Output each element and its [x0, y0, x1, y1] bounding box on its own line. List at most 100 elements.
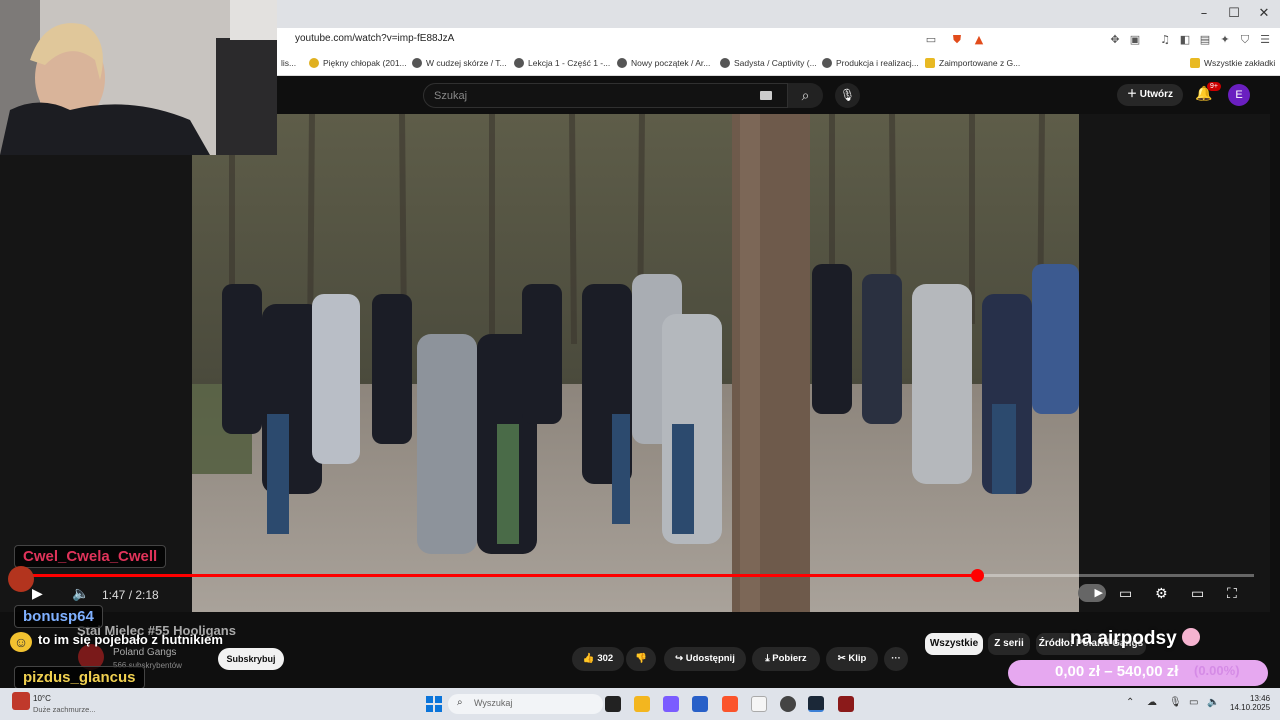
autoplay-toggle[interactable]: ▶	[1078, 584, 1106, 602]
bookmark-item[interactable]: Piękny chłopak (201...	[309, 58, 407, 68]
subtitles-icon[interactable]: ▭	[1119, 586, 1132, 602]
webcam-image	[0, 0, 277, 155]
chat-username: Cwel_Cwela_Cwell	[14, 545, 167, 568]
surprised-emoji-icon	[1181, 628, 1200, 646]
all-bookmarks-folder[interactable]: Wszystkie zakładki	[1190, 58, 1275, 68]
cast-icon[interactable]: ▭	[924, 33, 938, 47]
store-icon[interactable]	[692, 696, 708, 712]
chat-username: bonusp64	[14, 605, 103, 628]
clock-time: 13:46	[1250, 694, 1271, 703]
minimize-button[interactable]: –	[1194, 6, 1214, 22]
weather-temp[interactable]: 10°C	[33, 694, 51, 703]
sidebar-icon[interactable]: ◧	[1178, 33, 1192, 47]
speaker-icon[interactable]: 🔈	[1207, 697, 1219, 708]
search-placeholder: Szukaj	[434, 90, 468, 102]
webcam-overlay	[0, 0, 277, 155]
vpn-icon[interactable]: ⛉	[1238, 33, 1252, 47]
network-icon[interactable]: ▭	[1189, 697, 1198, 708]
notepad-icon[interactable]	[751, 696, 767, 712]
goal-amounts: 0,00 zł – 540,00 zł	[1055, 663, 1179, 680]
share-icon: ↪	[675, 653, 684, 664]
goal-percent: (0.00%)	[1194, 663, 1240, 678]
brave-rewards-icon[interactable]: ▲	[972, 33, 986, 47]
bookmark-item[interactable]: W cudzej skórze / T...	[412, 58, 507, 68]
chat-avatar	[8, 566, 34, 592]
copilot-icon[interactable]	[663, 696, 679, 712]
weather-description[interactable]: Duże zachmurze...	[33, 705, 96, 714]
play-icon[interactable]: ▶	[32, 586, 43, 602]
scissors-icon: ✂	[837, 653, 846, 664]
taskbar-search-placeholder: Wyszukaj	[474, 698, 513, 708]
bookmark-favicon-icon	[617, 58, 627, 68]
chat-message: to im się pojebało z hutnikiem	[38, 632, 223, 647]
chip-all[interactable]: Wszystkie	[925, 633, 983, 655]
obs-icon[interactable]	[780, 696, 796, 712]
windows-start-icon[interactable]	[426, 696, 442, 712]
extensions-icon[interactable]: ✥	[1108, 33, 1122, 47]
download-icon: ⤓	[765, 653, 770, 664]
tray-chevron-icon[interactable]: ⌃	[1126, 697, 1134, 708]
close-button[interactable]: ✕	[1254, 6, 1274, 22]
steam-icon[interactable]	[808, 696, 824, 712]
share-button[interactable]: ↪ Udostępnij	[664, 647, 746, 671]
folder-icon	[925, 58, 935, 68]
download-button[interactable]: ⤓ Pobierz	[752, 647, 820, 671]
bookmark-favicon-icon	[720, 58, 730, 68]
onedrive-icon[interactable]: ☁	[1147, 697, 1157, 708]
keyboard-icon[interactable]	[760, 91, 772, 100]
fullscreen-icon[interactable]: ⛶	[1227, 586, 1237, 602]
thumbs-up-icon: 👍	[582, 653, 595, 664]
search-icon: ⌕	[457, 697, 463, 708]
search-button[interactable]: ⌕	[788, 83, 823, 108]
music-icon[interactable]: ♫	[1158, 33, 1172, 47]
clip-button[interactable]: ✂ Klip	[826, 647, 878, 671]
bookmark-favicon-icon	[309, 58, 319, 68]
notifications-badge: 9+	[1207, 82, 1221, 91]
tab-search-icon[interactable]: ▣	[1128, 33, 1142, 47]
emoji-icon: ☺	[10, 632, 32, 652]
brave-shield-icon[interactable]: ⛊	[950, 33, 964, 47]
clock-date: 14.10.2025	[1230, 703, 1271, 712]
weather-icon[interactable]	[12, 692, 30, 710]
maximize-button[interactable]: ☐	[1224, 6, 1244, 22]
progress-fill	[22, 574, 978, 577]
more-actions-button[interactable]: ···	[884, 647, 908, 671]
chip-series[interactable]: Z serii	[988, 633, 1030, 655]
system-clock[interactable]: 13:46 14.10.2025	[1230, 694, 1270, 712]
volume-icon[interactable]: 🔈	[72, 586, 89, 602]
theater-mode-icon[interactable]: ▭	[1191, 586, 1204, 602]
like-button[interactable]: 👍 302	[572, 647, 624, 671]
leo-ai-icon[interactable]: ✦	[1218, 33, 1232, 47]
microphone-icon: 🎙	[839, 88, 856, 102]
bookmark-item[interactable]: Lekcja 1 - Część 1 -...	[514, 58, 610, 68]
folder-icon	[1190, 58, 1200, 68]
search-input[interactable]: Szukaj	[423, 83, 788, 108]
bookmark-favicon-icon	[412, 58, 422, 68]
menu-icon[interactable]: ☰	[1258, 33, 1272, 47]
subscribe-button[interactable]: Subskrybuj	[218, 648, 284, 670]
file-explorer-icon[interactable]	[634, 696, 650, 712]
wallet-icon[interactable]: ▤	[1198, 33, 1212, 47]
account-avatar[interactable]: E	[1228, 84, 1250, 106]
taskbar-search[interactable]: ⌕ Wyszukaj	[448, 694, 603, 714]
brave-browser-icon[interactable]	[722, 696, 738, 712]
microphone-tray-icon[interactable]: 🎙	[1169, 697, 1182, 708]
youtube-header: Szukaj ⌕ 🎙 ＋ Utwórz 🔔 9+ E	[277, 76, 1280, 114]
search-icon: ⌕	[801, 87, 810, 103]
bookmark-item[interactable]: Sadysta / Captivity (...	[720, 58, 817, 68]
bookmark-item[interactable]: lis...	[281, 58, 296, 68]
url-text[interactable]: youtube.com/watch?v=imp-fE88JzA	[295, 33, 454, 44]
bookmark-folder[interactable]: Zaimportowane z G...	[925, 58, 1020, 68]
bookmark-item[interactable]: Produkcja i realizacj...	[822, 58, 919, 68]
app-icon[interactable]	[838, 696, 854, 712]
voice-search-button[interactable]: 🎙	[835, 83, 860, 108]
bookmark-favicon-icon	[514, 58, 524, 68]
windows-logo	[426, 696, 442, 712]
dislike-button[interactable]: 👎	[626, 647, 656, 671]
settings-gear-icon[interactable]: ⚙	[1155, 586, 1168, 602]
task-view-icon[interactable]	[605, 696, 621, 712]
bookmark-item[interactable]: Nowy początek / Ar...	[617, 58, 710, 68]
create-button[interactable]: ＋ Utwórz	[1117, 84, 1183, 106]
video-frame[interactable]	[192, 114, 1079, 612]
channel-name[interactable]: Poland Gangs	[113, 647, 176, 658]
